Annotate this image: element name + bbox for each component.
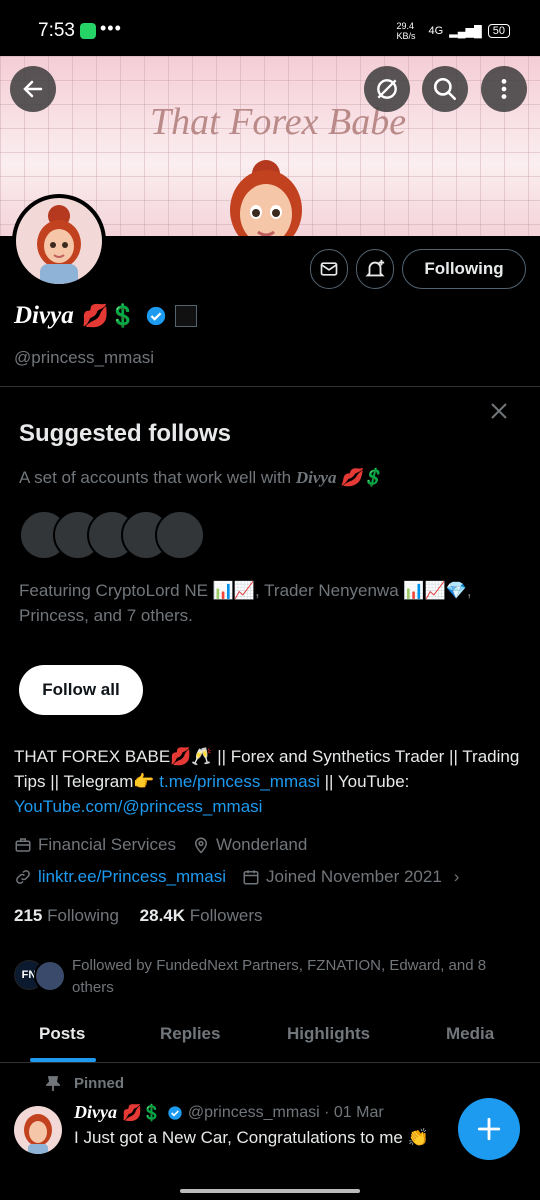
sync-off-icon bbox=[377, 79, 397, 99]
profile-location: Wonderland bbox=[215, 835, 308, 854]
suggested-avatar bbox=[155, 510, 205, 560]
compose-button[interactable] bbox=[458, 1098, 520, 1160]
sync-off-button[interactable] bbox=[364, 66, 410, 112]
divider bbox=[0, 386, 540, 387]
followers-count: 28.4K bbox=[139, 906, 186, 925]
more-vert-icon bbox=[501, 79, 507, 99]
link-icon bbox=[16, 870, 30, 884]
tab-highlights[interactable]: Highlights bbox=[287, 1024, 370, 1044]
suggested-subtitle-prefix: A set of accounts that work well with bbox=[19, 468, 296, 487]
pinned-label: Pinned bbox=[74, 1075, 125, 1092]
banner-character-image bbox=[230, 160, 302, 236]
pin-icon bbox=[46, 1076, 60, 1091]
followers-stat[interactable]: 28.4K Followers bbox=[140, 906, 263, 925]
following-count: 215 bbox=[14, 906, 43, 925]
profile-meta-row-2: linktr.ee/Princess_mmasi Joined November… bbox=[14, 867, 459, 887]
location-icon bbox=[194, 837, 207, 854]
profile-category: Financial Services bbox=[38, 835, 176, 854]
signal-icon: ▂▄▆█ bbox=[449, 25, 482, 38]
profile-avatar[interactable] bbox=[12, 194, 106, 288]
followed-by-avatars[interactable]: FN bbox=[14, 958, 68, 992]
suggested-subtitle-name: Divya 💋💲 bbox=[295, 468, 384, 487]
suggested-follows-title: Suggested follows bbox=[19, 420, 232, 447]
profile-meta-row-1: Financial Services Wonderland bbox=[14, 835, 307, 855]
whatsapp-notification-icon bbox=[80, 23, 96, 39]
post-author-emojis: 💋💲 bbox=[121, 1104, 162, 1122]
post-avatar[interactable] bbox=[14, 1106, 62, 1154]
verified-icon[interactable] bbox=[145, 305, 167, 327]
affiliate-badge-icon[interactable] bbox=[174, 305, 197, 327]
suggested-avatars[interactable] bbox=[19, 510, 205, 560]
profile-tabs: Posts Replies Highlights Media bbox=[0, 1010, 540, 1063]
home-gesture-bar[interactable] bbox=[180, 1189, 360, 1193]
status-right: 29.4 KB/s 4G ▂▄▆█ 50 bbox=[397, 21, 510, 41]
tab-media[interactable]: Media bbox=[446, 1024, 494, 1044]
search-button[interactable] bbox=[422, 66, 468, 112]
notifications-button[interactable] bbox=[356, 249, 394, 289]
post-header: Divya 💋💲 @princess_mmasi · 01 Mar bbox=[74, 1102, 384, 1123]
close-icon[interactable] bbox=[489, 401, 509, 421]
suggested-featuring: Featuring CryptoLord NE 📊📈, Trader Nenye… bbox=[19, 581, 472, 625]
followers-label: Followers bbox=[189, 906, 263, 925]
profile-bio: THAT FOREX BABE💋🥂 || Forex and Synthetic… bbox=[14, 744, 529, 819]
calendar-icon bbox=[243, 870, 259, 885]
followed-by-avatar bbox=[34, 960, 66, 992]
system-nav-bar bbox=[0, 1168, 540, 1200]
telegram-link[interactable]: t.me/princess_mmasi bbox=[159, 772, 320, 791]
suggested-follows-subtitle: A set of accounts that work well with Di… bbox=[19, 468, 383, 488]
following-button[interactable]: Following bbox=[402, 249, 526, 289]
net-speed: 29.4 KB/s bbox=[396, 21, 416, 41]
status-more-dots: ••• bbox=[100, 18, 122, 38]
status-bar: 7:53 ••• 29.4 KB/s 4G ▂▄▆█ 50 bbox=[0, 0, 540, 56]
profile-name-emojis: 💋💲 bbox=[81, 303, 137, 328]
youtube-link[interactable]: YouTube.com/@princess_mmasi bbox=[14, 797, 262, 816]
profile-joined: Joined November 2021 bbox=[266, 867, 442, 886]
post-author-name[interactable]: Divya bbox=[74, 1102, 117, 1123]
profile-name: Divya bbox=[14, 302, 74, 329]
active-tab-indicator bbox=[30, 1058, 96, 1062]
following-label: Following bbox=[47, 906, 119, 925]
status-time: 7:53 bbox=[38, 20, 75, 41]
bio-text-2: || YouTube: bbox=[319, 772, 410, 791]
back-button[interactable] bbox=[10, 66, 56, 112]
plus-icon bbox=[477, 1117, 501, 1141]
post-handle-date: @princess_mmasi · 01 Mar bbox=[187, 1103, 384, 1121]
followed-by-text[interactable]: Followed by FundedNext Partners, FZNATIO… bbox=[72, 955, 527, 999]
profile-handle: @princess_mmasi bbox=[14, 348, 155, 367]
banner-title: That Forex Babe bbox=[150, 101, 407, 143]
message-button[interactable] bbox=[310, 249, 348, 289]
briefcase-icon bbox=[15, 838, 31, 852]
back-arrow-icon bbox=[23, 80, 43, 98]
profile-name-row: Divya 💋💲 bbox=[14, 302, 197, 330]
tab-posts[interactable]: Posts bbox=[39, 1024, 85, 1044]
profile-website-link[interactable]: linktr.ee/Princess_mmasi bbox=[38, 867, 226, 887]
search-icon bbox=[433, 77, 457, 101]
verified-icon bbox=[168, 1105, 182, 1120]
chevron-right-icon[interactable]: › bbox=[454, 867, 460, 887]
network-type: 4G bbox=[428, 25, 444, 37]
battery-icon: 50 bbox=[487, 24, 510, 38]
message-icon bbox=[320, 262, 338, 276]
more-options-button[interactable] bbox=[481, 66, 527, 112]
tab-replies[interactable]: Replies bbox=[160, 1024, 220, 1044]
bell-plus-icon bbox=[365, 259, 385, 277]
profile-stats: 215 Following 28.4K Followers bbox=[14, 906, 263, 926]
post-avatar-image bbox=[24, 1114, 52, 1154]
avatar-image bbox=[37, 205, 81, 284]
post-text: I Just got a New Car, Congratulations to… bbox=[74, 1128, 429, 1147]
following-stat[interactable]: 215 Following bbox=[14, 906, 119, 925]
follow-all-button[interactable]: Follow all bbox=[19, 665, 143, 715]
